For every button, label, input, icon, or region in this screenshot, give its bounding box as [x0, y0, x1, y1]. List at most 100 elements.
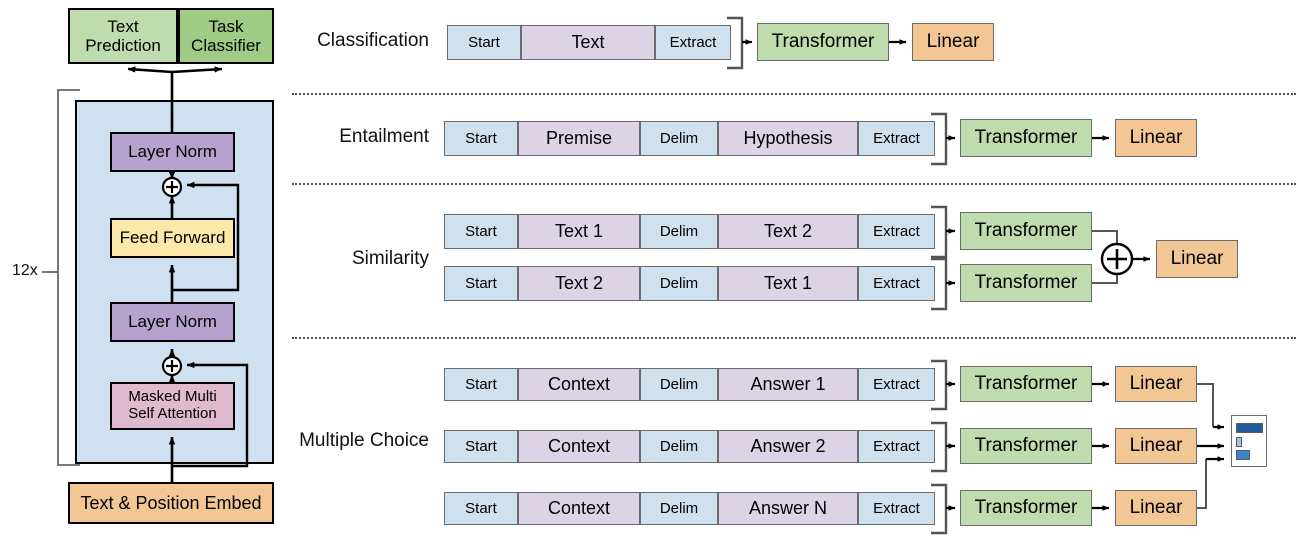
token-label: Extract	[669, 34, 717, 51]
token-text-1: Text 1	[518, 214, 640, 249]
token-start: Start	[444, 121, 518, 156]
token-extract: Extract	[858, 121, 935, 156]
text-position-embed: Text & Position Embed	[68, 482, 274, 524]
separator-3	[292, 337, 1296, 339]
token-extract: Extract	[858, 430, 935, 463]
module-label: Transformer	[974, 127, 1078, 148]
module-transformer: Transformer	[757, 23, 889, 61]
task-label-entailment: Entailment	[339, 126, 429, 147]
softmax-bar-0	[1236, 423, 1263, 433]
token-context: Context	[518, 492, 640, 525]
token-label: Delim	[659, 223, 699, 240]
token-label: Start	[465, 275, 497, 292]
module-transformer: Transformer	[960, 264, 1092, 302]
text-position-embed-label: Text & Position Embed	[80, 492, 262, 513]
head-text-prediction: Text Prediction	[68, 8, 178, 64]
token-label: Text 1	[554, 221, 604, 241]
token-label: Context	[547, 436, 611, 456]
token-answer-2: Answer 2	[718, 430, 858, 463]
token-label: Hypothesis	[743, 128, 833, 148]
token-context: Context	[518, 368, 640, 401]
token-extract: Extract	[655, 25, 731, 60]
module-transformer: Transformer	[960, 366, 1092, 402]
module-label: Linear	[1129, 497, 1183, 518]
module-label: Linear	[1129, 127, 1183, 148]
token-label: Text 2	[763, 221, 813, 241]
token-text-1: Text 1	[718, 266, 858, 301]
module-transformer: Transformer	[960, 490, 1092, 526]
token-label: Delim	[659, 438, 699, 455]
token-label: Context	[547, 498, 611, 518]
module-linear: Linear	[1115, 490, 1197, 526]
token-label: Answer 2	[750, 436, 826, 456]
task-label-similarity: Similarity	[351, 248, 429, 269]
token-label: Start	[465, 130, 497, 147]
token-delim: Delim	[640, 121, 718, 156]
repeat-count-label: 12x	[12, 262, 38, 279]
token-label: Start	[465, 500, 497, 517]
token-label: Text 1	[763, 273, 813, 293]
token-answer-n: Answer N	[718, 492, 858, 525]
module-linear-similarity: Linear	[1156, 240, 1238, 278]
token-extract: Extract	[858, 266, 935, 301]
token-label: Text	[571, 32, 605, 52]
token-text-2: Text 2	[718, 214, 858, 249]
token-label: Extract	[873, 438, 920, 455]
module-label: Transformer	[974, 373, 1078, 394]
module-linear: Linear	[1115, 366, 1197, 402]
token-label: Extract	[873, 500, 920, 517]
token-start: Start	[444, 492, 518, 525]
token-text-2: Text 2	[518, 266, 640, 301]
softmax-chart	[1231, 415, 1267, 467]
token-label: Start	[465, 438, 497, 455]
token-premise: Premise	[518, 121, 640, 156]
block-layer-norm-bottom-label: Layer Norm	[128, 312, 217, 332]
block-masked-multi-self-attention: Masked Multi Self Attention	[110, 382, 235, 430]
task-label-classification: Classification	[317, 30, 429, 51]
token-delim: Delim	[640, 492, 718, 525]
token-label: Delim	[659, 130, 699, 147]
module-label: Linear	[1170, 248, 1224, 269]
module-label: Transformer	[974, 220, 1078, 241]
token-extract: Extract	[858, 492, 935, 525]
token-label: Extract	[873, 223, 920, 240]
token-label: Extract	[873, 376, 920, 393]
token-start: Start	[444, 214, 518, 249]
token-label: Delim	[659, 275, 699, 292]
token-extract: Extract	[858, 368, 935, 401]
block-feed-forward-label: Feed Forward	[119, 228, 226, 248]
block-masked-multi-self-attention-label: Masked Multi Self Attention	[128, 388, 217, 422]
figure-canvas: Text Prediction Task Classifier Layer No…	[0, 0, 1300, 554]
module-label: Transformer	[974, 272, 1078, 293]
module-linear: Linear	[1115, 428, 1197, 464]
head-text-prediction-label: Text Prediction	[85, 16, 161, 55]
token-delim: Delim	[640, 368, 718, 401]
token-label: Extract	[873, 275, 920, 292]
softmax-bar-1	[1236, 437, 1242, 447]
token-delim: Delim	[640, 430, 718, 463]
module-transformer: Transformer	[960, 119, 1092, 157]
token-label: Text 2	[554, 273, 604, 293]
token-label: Start	[465, 376, 497, 393]
task-label-multiple-choice: Multiple Choice	[299, 430, 429, 451]
token-label: Answer N	[748, 498, 828, 518]
module-label: Linear	[926, 31, 980, 52]
token-label: Answer 1	[750, 374, 826, 394]
token-start: Start	[444, 266, 518, 301]
token-start: Start	[444, 430, 518, 463]
token-label: Delim	[659, 500, 699, 517]
separator-2	[292, 183, 1296, 185]
token-text: Text	[521, 25, 655, 60]
token-label: Start	[465, 223, 497, 240]
module-linear: Linear	[912, 23, 994, 61]
token-label: Premise	[545, 128, 612, 148]
token-delim: Delim	[640, 266, 718, 301]
block-layer-norm-bottom: Layer Norm	[110, 302, 235, 342]
module-label: Transformer	[974, 497, 1078, 518]
token-label: Start	[468, 34, 500, 51]
token-hypothesis: Hypothesis	[718, 121, 858, 156]
token-extract: Extract	[858, 214, 935, 249]
token-label: Context	[547, 374, 611, 394]
token-answer-1: Answer 1	[718, 368, 858, 401]
token-delim: Delim	[640, 214, 718, 249]
